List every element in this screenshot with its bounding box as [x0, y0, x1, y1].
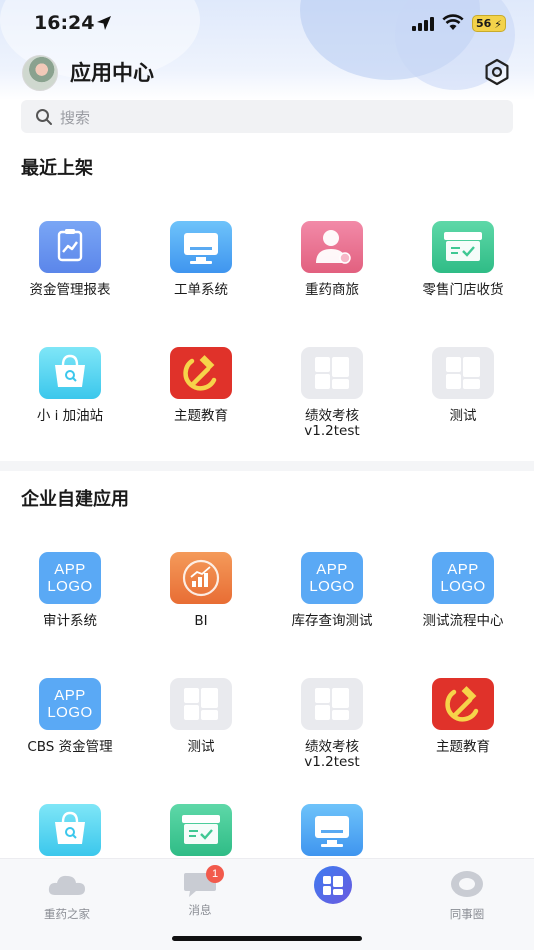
app-label: 零售门店收货	[422, 282, 504, 298]
app-logo-icon: APP LOGO	[39, 678, 101, 730]
avatar[interactable]	[22, 55, 58, 91]
app-logo-icon: APP LOGO	[301, 552, 363, 604]
app-logo-text-line1: APP	[316, 561, 348, 578]
hammer-sickle-icon	[170, 347, 232, 399]
app-label: 重药商旅	[305, 282, 359, 298]
tab-label: 重药之家	[44, 907, 90, 921]
status-time: 16:24	[34, 12, 95, 34]
search-bar[interactable]: 搜索	[21, 100, 513, 133]
grid-placeholder-icon	[301, 678, 363, 730]
app-item-store-receiving[interactable]: 零售门店收货	[398, 221, 528, 298]
message-badge: 1	[206, 865, 224, 883]
location-arrow-icon	[97, 16, 111, 30]
app-logo-text-line2: LOGO	[309, 578, 355, 595]
app-item-test[interactable]: 测试	[398, 347, 528, 424]
app-label: 资金管理报表	[29, 282, 111, 298]
monitor-icon	[301, 804, 363, 856]
app-label: 工单系统	[174, 282, 228, 298]
app-logo-icon: APP LOGO	[432, 552, 494, 604]
app-item-shop-partial[interactable]	[5, 804, 135, 856]
app-item-gas-station[interactable]: 小 i 加油站	[5, 347, 135, 424]
tab-messages[interactable]: 1 消息	[145, 865, 255, 918]
grid-placeholder-icon	[170, 678, 232, 730]
app-item-test-workflow[interactable]: APP LOGO 测试流程中心	[398, 552, 528, 629]
section-title-recent: 最近上架	[21, 158, 93, 179]
app-logo-text-line2: LOGO	[440, 578, 486, 595]
app-label: 小 i 加油站	[36, 408, 104, 424]
page-title: 应用中心	[70, 61, 154, 85]
tab-colleague-circle[interactable]: 同事圈	[412, 869, 522, 922]
tab-app-center[interactable]	[278, 866, 388, 909]
app-label: 测试流程中心	[422, 613, 504, 629]
section-divider	[0, 461, 534, 471]
app-label: 审计系统	[43, 613, 97, 629]
shopping-bag-icon	[39, 347, 101, 399]
grid-placeholder-icon	[432, 347, 494, 399]
app-item-receipt-partial[interactable]	[136, 804, 266, 856]
section-title-enterprise: 企业自建应用	[21, 489, 129, 510]
status-bar: 16:24 56 ⚡	[0, 0, 534, 46]
app-center-icon	[314, 866, 352, 904]
app-item-fund-report[interactable]: 资金管理报表	[5, 221, 135, 298]
grid-placeholder-icon	[301, 347, 363, 399]
app-item-cbs-fund[interactable]: APP LOGO CBS 资金管理	[5, 678, 135, 755]
app-label: BI	[194, 613, 208, 629]
app-label: 主题教育	[174, 408, 228, 424]
charging-bolt-icon: ⚡	[494, 18, 502, 31]
search-placeholder: 搜索	[60, 109, 91, 127]
tab-home[interactable]: 重药之家	[12, 869, 122, 922]
tab-label: 同事圈	[449, 907, 485, 921]
app-item-monitor-partial[interactable]	[267, 804, 397, 856]
app-logo-text-line2: LOGO	[47, 578, 93, 595]
app-label: 测试	[187, 739, 215, 755]
app-logo-text-line2: LOGO	[47, 704, 93, 721]
bi-chart-icon	[170, 552, 232, 604]
app-header: 应用中心	[0, 46, 534, 96]
wifi-icon	[442, 14, 464, 30]
battery-level: 56	[476, 17, 492, 30]
app-label: 主题教育	[436, 739, 490, 755]
shopping-bag-icon	[39, 804, 101, 856]
app-logo-text-line1: APP	[54, 687, 86, 704]
app-item-bi[interactable]: BI	[136, 552, 266, 629]
app-item-performance[interactable]: 绩效考核 v1.2test	[267, 347, 397, 439]
app-item-travel[interactable]: 重药商旅	[267, 221, 397, 298]
battery-indicator: 56 ⚡	[472, 15, 506, 32]
app-item-theme-education-2[interactable]: 主题教育	[398, 678, 528, 755]
app-label: 测试	[449, 408, 477, 424]
app-item-inventory-query[interactable]: APP LOGO 库存查询测试	[267, 552, 397, 629]
receipt-check-icon	[432, 221, 494, 273]
user-service-icon	[301, 221, 363, 273]
hammer-sickle-icon	[432, 678, 494, 730]
app-item-theme-education[interactable]: 主题教育	[136, 347, 266, 424]
circle-icon	[451, 871, 483, 897]
cellular-signal-icon	[412, 17, 434, 31]
app-logo-text-line1: APP	[54, 561, 86, 578]
chart-report-icon	[39, 221, 101, 273]
app-item-test-2[interactable]: 测试	[136, 678, 266, 755]
app-item-audit[interactable]: APP LOGO 审计系统	[5, 552, 135, 629]
home-indicator[interactable]	[172, 936, 362, 941]
app-logo-text-line1: APP	[447, 561, 479, 578]
app-label: CBS 资金管理	[27, 739, 113, 755]
monitor-icon	[170, 221, 232, 273]
app-item-work-order[interactable]: 工单系统	[136, 221, 266, 298]
app-label: 绩效考核 v1.2test	[304, 739, 360, 770]
app-label: 绩效考核 v1.2test	[304, 408, 360, 439]
settings-hexagon-icon[interactable]	[482, 57, 512, 87]
tab-label: 消息	[188, 903, 212, 917]
receipt-check-icon	[170, 804, 232, 856]
app-label: 库存查询测试	[291, 613, 373, 629]
cloud-icon	[48, 875, 85, 895]
app-logo-icon: APP LOGO	[39, 552, 101, 604]
app-item-performance-2[interactable]: 绩效考核 v1.2test	[267, 678, 397, 770]
search-icon	[36, 109, 52, 125]
